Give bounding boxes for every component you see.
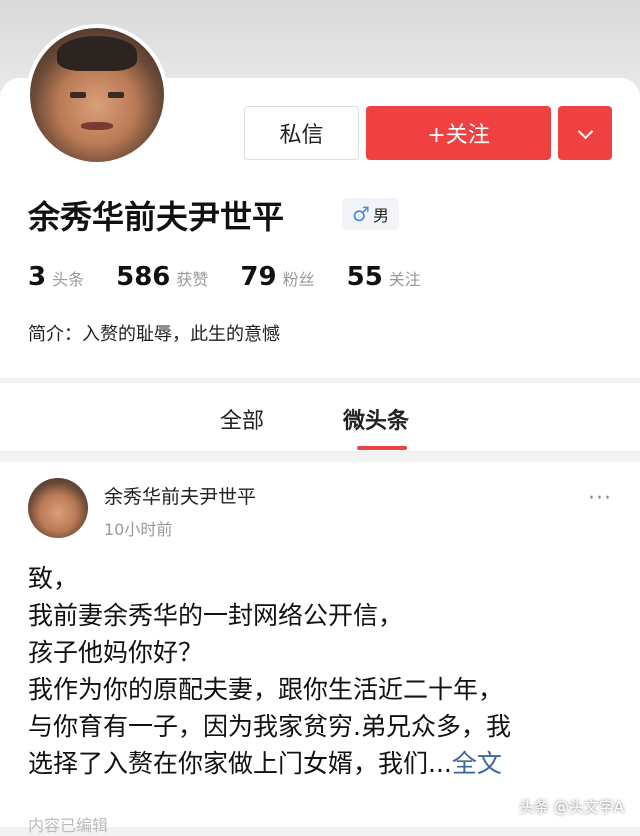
more-dots-icon[interactable]: ··· [588,486,612,511]
post-line: 孩子他妈你好？ [28,638,204,667]
stat-number: 55 [346,262,383,292]
post-line-last: 选择了入赘在你家做上门女婿，我们...全文 [28,745,618,782]
stat-label: 关注 [388,270,421,289]
active-tab-indicator [357,446,407,450]
post-line: 致， [28,564,79,593]
stat-likes[interactable]: 586 获赞 [116,262,208,292]
post-content[interactable]: 致， 我前妻余秀华的一封网络公开信， 孩子他妈你好？ 我作为你的原配夫妻，跟你生… [28,560,618,782]
stat-number: 79 [240,262,277,292]
gender-label: 男 [372,206,389,225]
stat-label: 粉丝 [282,270,315,289]
edited-note: 内容已编辑 [28,816,109,835]
more-options-button[interactable] [558,106,612,160]
avatar-image [30,28,164,162]
post-time: 10小时前 [104,520,173,539]
profile-avatar[interactable] [26,24,168,166]
post-author[interactable]: 余秀华前夫尹世平 [104,482,256,509]
post-line: 我作为你的原配夫妻，跟你生活近二十年， [28,675,504,704]
male-icon: ♂ [352,202,370,226]
tab-all[interactable]: 全部 [220,403,264,435]
read-full-link[interactable]: 全文 [452,749,502,778]
stat-number: 586 [116,262,171,292]
stat-posts[interactable]: 3 头条 [28,262,84,292]
chevron-down-icon [577,123,593,139]
post-line: 我前妻余秀华的一封网络公开信， [28,601,404,630]
stat-following[interactable]: 55 关注 [347,262,421,292]
post-line: 与你育有一子，因为我家贫穷.弟兄众多，我 [28,712,511,741]
profile-name: 余秀华前夫尹世平 [28,198,285,236]
tabs-bar: 全部 微头条 [0,383,640,452]
stat-label: 头条 [52,270,85,289]
post-line: 选择了入赘在你家做上门女婿，我们... [28,749,452,778]
stat-label: 获赞 [176,270,209,289]
profile-bio: 简介：入赘的耻辱，此生的意憾 [28,324,280,345]
watermark: 头条 @头文字A [518,798,624,816]
author-avatar[interactable] [28,478,88,538]
stat-fans[interactable]: 79 粉丝 [240,262,314,292]
message-button[interactable]: 私信 [244,106,359,160]
follow-button[interactable]: +关注 [366,106,551,160]
gender-badge: ♂ 男 [342,198,399,230]
post-card[interactable]: 余秀华前夫尹世平 10小时前 ··· 致， 我前妻余秀华的一封网络公开信， 孩子… [0,462,640,835]
stat-number: 3 [28,262,47,292]
stats-row: 3 头条 586 获赞 79 粉丝 55 关注 [28,262,453,292]
tab-micro-headlines[interactable]: 微头条 [343,403,409,435]
